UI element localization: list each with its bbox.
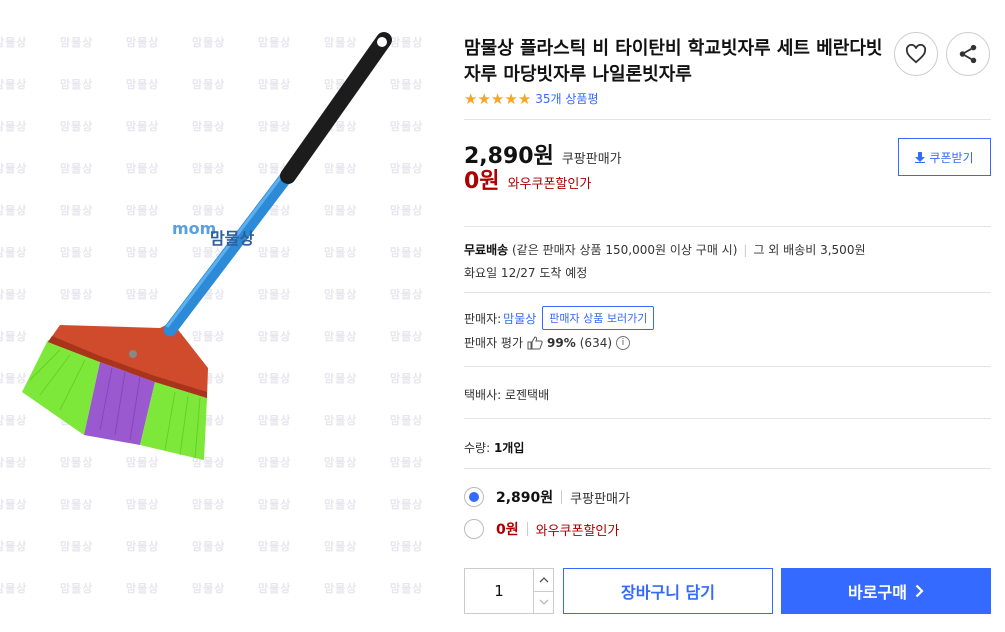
star-icon: ★ [490, 89, 505, 108]
arrival-date: 화요일 12/27 도착 예정 [464, 266, 588, 280]
divider [464, 366, 991, 367]
stepper-controls [533, 569, 553, 613]
download-icon [915, 151, 926, 163]
seller-row: 판매자: 맘물상 판매자 상품 보러가기 [464, 306, 655, 330]
divider [464, 468, 991, 469]
seller-label: 판매자: [464, 311, 502, 326]
rating-row: ★ ★ ★ ★ ★ 35개 상품평 [464, 90, 599, 107]
separator: | [743, 243, 748, 257]
wow-price: 0원 [464, 169, 500, 194]
divider [464, 226, 991, 227]
star-icon: ★ [504, 89, 518, 108]
separator [526, 522, 528, 536]
increment-button[interactable] [534, 569, 553, 591]
wow-price-label: 와우쿠폰할인가 [507, 177, 592, 192]
broom-image: mom 맘물상 [22, 32, 392, 460]
seller-rating-row: 판매자 평가 99% (634) i [464, 334, 631, 351]
quantity-label: 수량: [464, 441, 491, 455]
quantity-unit: 1개입 [493, 441, 525, 455]
get-coupon-button[interactable]: 쿠폰받기 [898, 138, 991, 176]
seller-rating-count: (634) [579, 335, 613, 350]
star-icon: ★ [477, 89, 491, 108]
quantity-input[interactable] [465, 569, 533, 613]
radio-unselected[interactable] [464, 519, 484, 539]
seller-products-button[interactable]: 판매자 상품 보러가기 [542, 306, 655, 330]
shipping-info: 무료배송 (같은 판매자 상품 150,000원 이상 구매 시) | 그 외 배송… [464, 241, 866, 258]
quantity-info: 수량: 1개입 [464, 439, 524, 456]
coupon-button-label: 쿠폰받기 [929, 150, 974, 165]
star-icon: ★ [517, 89, 532, 108]
add-to-cart-button[interactable]: 장바구니 담기 [563, 568, 773, 614]
seller-rating-value: 99% [547, 335, 576, 350]
brand-logo: mom 맘물상 [172, 219, 254, 248]
courier-info: 택배사: 로젠택배 [464, 388, 550, 402]
info-icon[interactable]: i [616, 335, 631, 350]
star-icon: ★ [464, 89, 478, 108]
price-option-sale[interactable]: 2,890원 쿠팡판매가 [464, 487, 630, 507]
price-option-wow[interactable]: 0원 와우쿠폰할인가 [464, 519, 619, 539]
other-shipping-fee: 그 외 배송비 3,500원 [753, 243, 866, 257]
thumbs-up-icon [527, 335, 543, 349]
broom-handle [163, 32, 392, 337]
wow-price-row: 0원 와우쿠폰할인가 [464, 163, 591, 195]
svg-text:맘물상: 맘물상 [210, 229, 254, 248]
star-rating: ★ ★ ★ ★ ★ [464, 91, 531, 107]
seller-name-link[interactable]: 맘물상 [503, 310, 536, 327]
option-price: 2,890원 [496, 490, 554, 506]
free-shipping-condition: (같은 판매자 상품 150,000원 이상 구매 시) [512, 243, 738, 257]
buy-now-button[interactable]: 바로구매 [781, 568, 991, 614]
chevron-right-icon [915, 584, 924, 598]
free-shipping-label: 무료배송 [464, 243, 509, 257]
share-icon [959, 44, 977, 64]
radio-selected[interactable] [464, 487, 484, 507]
divider [464, 418, 991, 419]
buy-now-label: 바로구매 [848, 583, 907, 602]
quantity-stepper[interactable] [464, 568, 554, 614]
divider [464, 119, 991, 120]
option-label: 와우쿠폰할인가 [535, 523, 620, 539]
product-detail-panel: 맘물상 플라스틱 비 타이탄비 학교빗자루 세트 베란다빗자루 마당빗자루 나일… [464, 0, 994, 632]
divider [464, 292, 991, 293]
seller-rating-label: 판매자 평가 [464, 336, 524, 350]
separator [561, 490, 563, 504]
product-title: 맘물상 플라스틱 비 타이탄비 학교빗자루 세트 베란다빗자루 마당빗자루 나일… [464, 38, 883, 85]
chevron-down-icon [539, 599, 548, 606]
option-price: 0원 [496, 522, 519, 538]
share-button[interactable] [946, 32, 990, 76]
chevron-up-icon [539, 576, 548, 583]
option-label: 쿠팡판매가 [570, 491, 630, 507]
wishlist-button[interactable] [894, 32, 938, 76]
product-image: 맘물상맘물상맘물상맘물상맘물상맘물상맘물상맘물상맘물상맘물상맘물상맘물상맘물상맘… [0, 0, 440, 632]
heart-icon [905, 44, 927, 64]
decrement-button[interactable] [534, 590, 553, 614]
review-count-link[interactable]: 35개 상품평 [535, 90, 598, 107]
